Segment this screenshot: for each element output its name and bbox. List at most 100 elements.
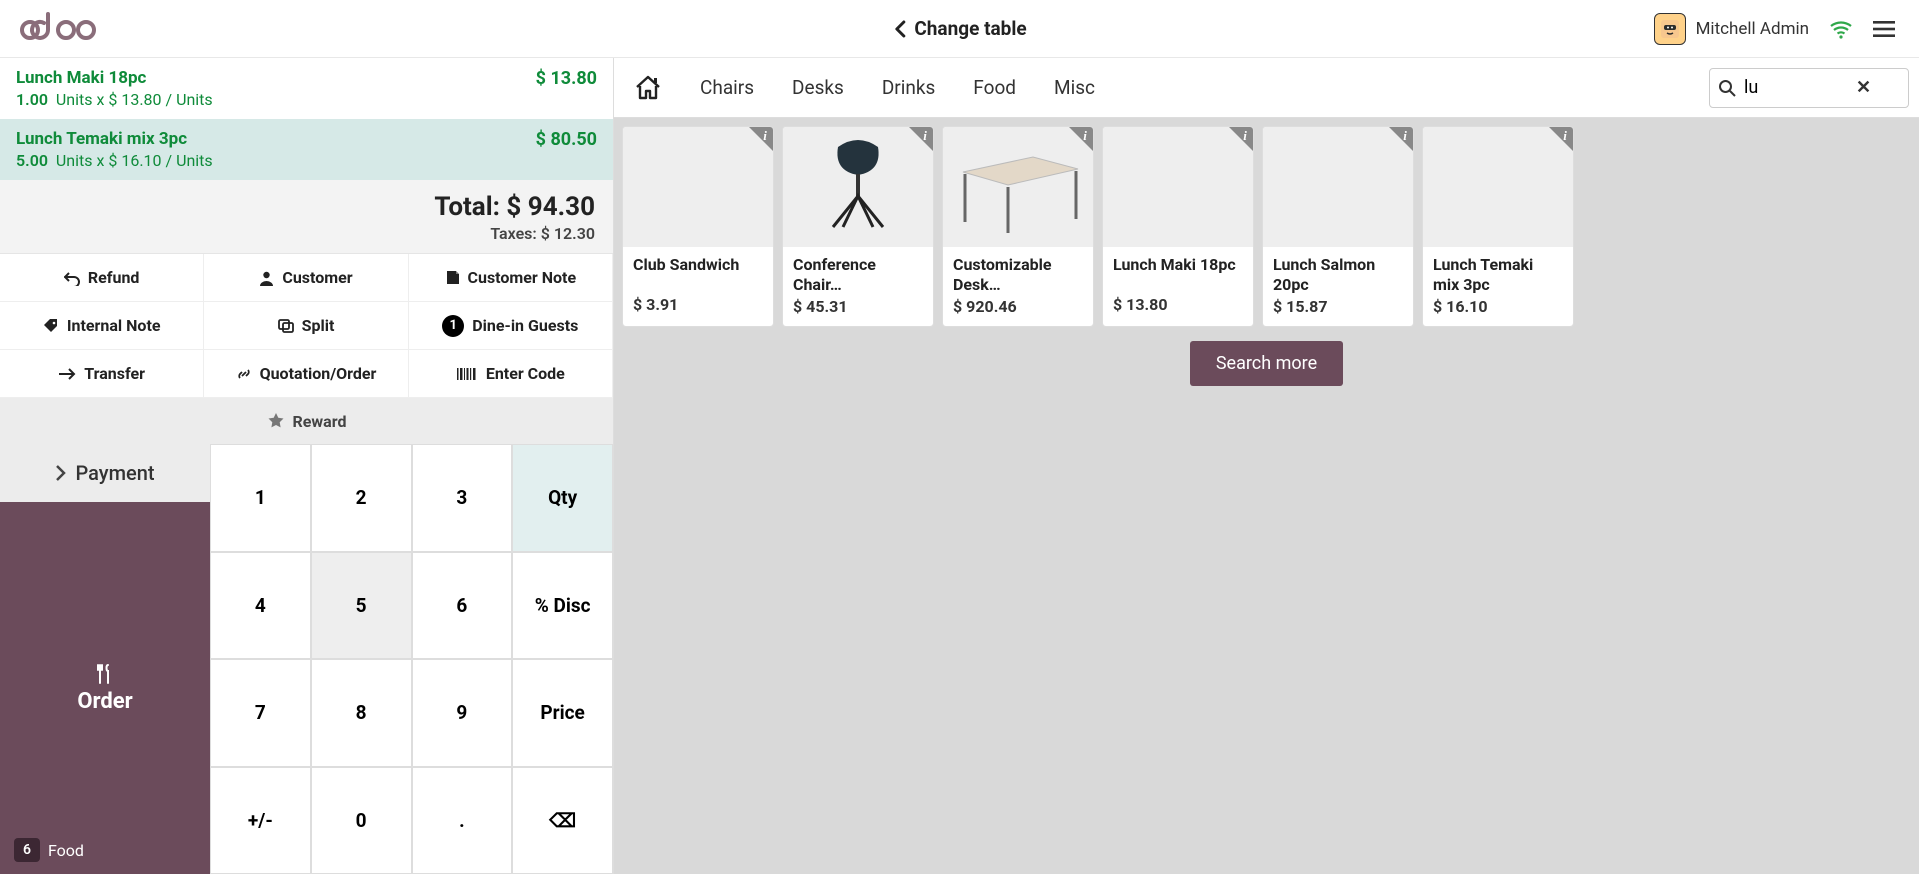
refund-button[interactable]: Refund	[0, 254, 204, 302]
person-icon	[259, 270, 274, 286]
enter-code-button[interactable]: Enter Code	[409, 350, 613, 398]
transfer-button[interactable]: Transfer	[0, 350, 204, 398]
cutlery-icon	[93, 663, 117, 687]
numkey-sign[interactable]: +/-	[210, 767, 311, 874]
floor-badge: 6 Food	[14, 838, 84, 862]
chevron-left-icon	[892, 20, 906, 38]
numkey-3[interactable]: 3	[412, 444, 513, 552]
product-price: $ 3.91	[623, 295, 773, 324]
order-line-name: Lunch Maki 18pc	[16, 68, 213, 88]
product-card[interactable]: i Lunch Temaki mix 3pc$ 16.10	[1422, 126, 1574, 327]
user-menu[interactable]: Mitchell Admin	[1654, 13, 1809, 45]
product-card[interactable]: i Lunch Salmon 20pc$ 15.87	[1262, 126, 1414, 327]
product-image: i	[1103, 127, 1253, 247]
product-card[interactable]: iCustomizable Desk…$ 920.46	[942, 126, 1094, 327]
undo-icon	[64, 270, 80, 286]
product-name: Lunch Salmon 20pc	[1263, 247, 1413, 297]
numkey-8[interactable]: 8	[311, 659, 412, 767]
order-line[interactable]: Lunch Temaki mix 3pc 5.00 Units x $ 16.10…	[0, 119, 613, 180]
order-lines: Lunch Maki 18pc 1.00 Units x $ 13.80 / Un…	[0, 58, 613, 180]
customer-note-button[interactable]: Customer Note	[409, 254, 613, 302]
customer-button[interactable]: Customer	[204, 254, 408, 302]
info-icon[interactable]: i	[749, 127, 773, 151]
reward-button[interactable]: Reward	[0, 398, 613, 444]
numkey-5[interactable]: 5	[311, 552, 412, 660]
product-name: Lunch Temaki mix 3pc	[1423, 247, 1573, 297]
numkey-dot[interactable]: .	[412, 767, 513, 874]
category-drinks[interactable]: Drinks	[882, 76, 935, 99]
change-table-button[interactable]: Change table	[892, 17, 1026, 40]
total-row: Total: $ 94.30	[18, 192, 595, 222]
order-line[interactable]: Lunch Maki 18pc 1.00 Units x $ 13.80 / Un…	[0, 58, 613, 119]
note-icon	[445, 270, 460, 285]
info-icon[interactable]: i	[1389, 127, 1413, 151]
category-misc[interactable]: Misc	[1054, 76, 1095, 99]
category-chairs[interactable]: Chairs	[700, 76, 754, 99]
category-food[interactable]: Food	[973, 76, 1016, 99]
topbar: Change table Mitchell Admin	[0, 0, 1919, 58]
product-image: i	[783, 127, 933, 247]
clear-search-button[interactable]: ✕	[1852, 77, 1875, 98]
product-image: i	[943, 127, 1093, 247]
order-line-total: $ 80.50	[536, 129, 597, 150]
home-button[interactable]	[628, 68, 668, 108]
product-card[interactable]: i Lunch Maki 18pc$ 13.80	[1102, 126, 1254, 327]
guests-badge: 1	[442, 315, 464, 337]
product-card[interactable]: i Club Sandwich$ 3.91	[622, 126, 774, 327]
numkey-price[interactable]: Price	[512, 659, 613, 767]
search-box[interactable]: ✕	[1709, 68, 1909, 108]
actions-grid: Refund Customer Customer Note Internal N…	[0, 253, 613, 398]
category-bar: Chairs Desks Drinks Food Misc ✕	[614, 58, 1919, 118]
split-button[interactable]: Split	[204, 302, 408, 350]
arrow-right-icon	[58, 368, 76, 380]
product-image: i	[1263, 127, 1413, 247]
numkey-disc[interactable]: % Disc	[512, 552, 613, 660]
numkey-9[interactable]: 9	[412, 659, 513, 767]
username: Mitchell Admin	[1696, 19, 1809, 39]
numkey-2[interactable]: 2	[311, 444, 412, 552]
product-price: $ 920.46	[943, 297, 1093, 326]
info-icon[interactable]: i	[1549, 127, 1573, 151]
home-icon	[634, 75, 662, 101]
search-icon	[1718, 79, 1736, 97]
quotation-button[interactable]: Quotation/Order	[204, 350, 408, 398]
taxes-row: Taxes: $ 12.30	[18, 224, 595, 243]
dine-in-button[interactable]: 1 Dine-in Guests	[409, 302, 613, 350]
order-button[interactable]: Order 6 Food	[0, 502, 210, 874]
wifi-icon[interactable]	[1829, 19, 1853, 39]
search-more-button[interactable]: Search more	[1190, 341, 1343, 386]
order-line-detail: 1.00 Units x $ 13.80 / Units	[16, 90, 213, 109]
product-price: $ 15.87	[1263, 297, 1413, 326]
chevron-right-icon	[55, 464, 67, 482]
order-line-name: Lunch Temaki mix 3pc	[16, 129, 213, 149]
numkey-1[interactable]: 1	[210, 444, 311, 552]
info-icon[interactable]: i	[1229, 127, 1253, 151]
order-line-detail: 5.00 Units x $ 16.10 / Units	[16, 151, 213, 170]
change-table-label: Change table	[914, 17, 1026, 40]
split-icon	[278, 318, 294, 334]
hamburger-menu-icon[interactable]	[1873, 20, 1895, 38]
numkey-6[interactable]: 6	[412, 552, 513, 660]
product-image: i	[623, 127, 773, 247]
internal-note-button[interactable]: Internal Note	[0, 302, 204, 350]
product-grid: iClub Sandwich$ 3.91iConference Chair…$ …	[614, 118, 1919, 335]
totals: Total: $ 94.30 Taxes: $ 12.30	[0, 180, 613, 253]
product-price: $ 13.80	[1103, 295, 1253, 324]
numkey-0[interactable]: 0	[311, 767, 412, 874]
product-name: Club Sandwich	[623, 247, 773, 295]
category-desks[interactable]: Desks	[792, 76, 844, 99]
product-name: Customizable Desk…	[943, 247, 1093, 297]
numkey-backspace[interactable]: ⌫	[512, 767, 613, 874]
numkey-7[interactable]: 7	[210, 659, 311, 767]
search-input[interactable]	[1744, 77, 1844, 98]
star-icon	[267, 412, 285, 430]
numkey-qty[interactable]: Qty	[512, 444, 613, 552]
numkey-4[interactable]: 4	[210, 552, 311, 660]
product-price: $ 16.10	[1423, 297, 1573, 326]
product-panel: ChairsDesksDrinksFoodMisc ✕ iClub Sandwi…	[614, 58, 1919, 874]
product-name: Lunch Maki 18pc	[1103, 247, 1253, 295]
product-price: $ 45.31	[783, 297, 933, 326]
product-card[interactable]: iConference Chair…$ 45.31	[782, 126, 934, 327]
payment-button[interactable]: Payment	[0, 444, 210, 502]
product-name: Conference Chair…	[783, 247, 933, 297]
